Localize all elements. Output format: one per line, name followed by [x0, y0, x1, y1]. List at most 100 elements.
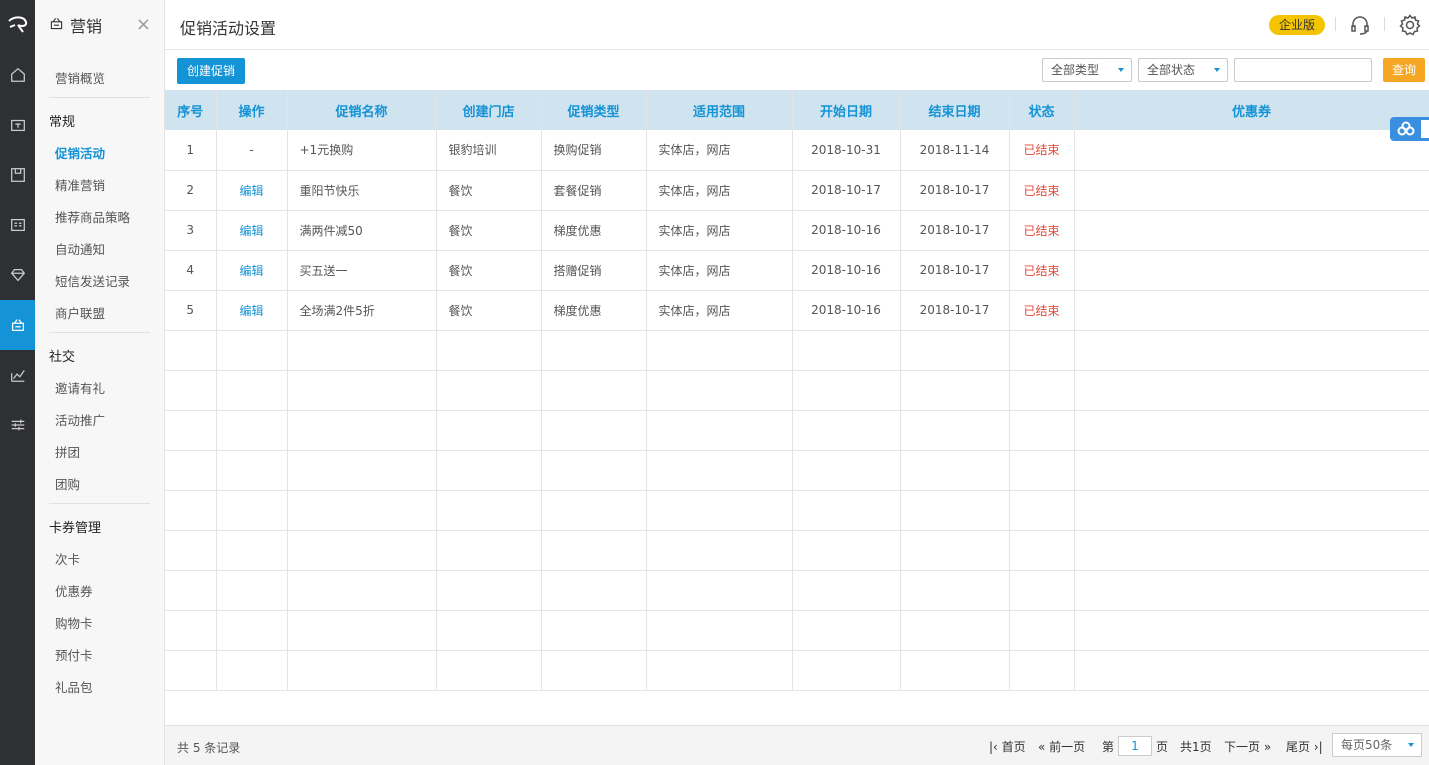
cell-status: 已结束 — [1009, 290, 1075, 331]
cell-type: 搭赠促销 — [541, 250, 647, 291]
divider — [1335, 17, 1336, 31]
table-row-empty — [165, 530, 1429, 571]
type-filter-value: 全部类型 — [1051, 63, 1100, 77]
settings-sliders-icon[interactable] — [0, 400, 35, 450]
edit-link[interactable]: 编辑 — [216, 210, 288, 251]
divider — [1384, 17, 1385, 31]
sidebar-header: 营销 × — [35, 0, 164, 50]
next-page-label: 下一页 — [1224, 740, 1261, 754]
sidebar-item-prepaid-card[interactable]: 预付卡 — [55, 645, 93, 664]
sidebar-item-precision-marketing[interactable]: 精准营销 — [55, 175, 105, 194]
sidebar-item-invite[interactable]: 邀请有礼 — [55, 378, 105, 397]
page-prefix: 第 — [1102, 740, 1115, 754]
sidebar-item-sms-records[interactable]: 短信发送记录 — [55, 271, 130, 290]
diamond-icon[interactable] — [0, 250, 35, 300]
status-filter-value: 全部状态 — [1147, 63, 1196, 77]
cell-name: 买五送一 — [287, 250, 437, 291]
cell-end: 2018-11-14 — [900, 130, 1010, 171]
headset-icon[interactable] — [1348, 13, 1372, 37]
table-row[interactable]: 2 编辑 重阳节快乐 餐饮 套餐促销 实体店，网店 2018-10-17 201… — [165, 170, 1429, 211]
sidebar-item-team-buy[interactable]: 团购 — [55, 474, 80, 493]
sidebar-item-auto-notify[interactable]: 自动通知 — [55, 239, 105, 258]
cell-store: 银豹培训 — [436, 130, 542, 171]
sidebar: 营销 × 营销概览 常规 促销活动 精准营销 推荐商品策略 自动通知 短信发送记… — [35, 0, 165, 765]
column-header[interactable]: 促销名称 — [287, 90, 437, 130]
gear-icon[interactable] — [1398, 13, 1422, 37]
cell-status: 已结束 — [1009, 250, 1075, 291]
edit-link[interactable]: 编辑 — [216, 250, 288, 291]
cell-end: 2018-10-17 — [900, 170, 1010, 211]
cell-start: 2018-10-31 — [792, 130, 901, 171]
column-header[interactable]: 促销类型 — [541, 90, 647, 130]
member-card-icon[interactable] — [0, 200, 35, 250]
last-page-label: 尾页 — [1286, 740, 1311, 754]
cell-op: - — [216, 130, 288, 171]
column-header[interactable]: 适用范围 — [646, 90, 793, 130]
column-header[interactable]: 开始日期 — [792, 90, 901, 130]
sidebar-item-promotion-spread[interactable]: 活动推广 — [55, 410, 105, 429]
cell-scope: 实体店，网店 — [646, 250, 793, 291]
page-size-select[interactable]: 每页50条 — [1332, 733, 1422, 757]
total-records: 共 5 条记录 — [177, 741, 241, 755]
last-page-icon: ›| — [1313, 740, 1323, 754]
sidebar-item-shopping-card[interactable]: 购物卡 — [55, 613, 93, 632]
table-row[interactable]: 4 编辑 买五送一 餐饮 搭赠促销 实体店，网店 2018-10-16 2018… — [165, 250, 1429, 291]
goods-icon[interactable] — [0, 150, 35, 200]
edit-link[interactable]: 编辑 — [216, 290, 288, 331]
table-row[interactable]: 1 - +1元换购 银豹培训 换购促销 实体店，网店 2018-10-31 20… — [165, 130, 1429, 171]
column-header[interactable]: 序号 — [165, 90, 217, 130]
sidebar-item-promotions[interactable]: 促销活动 — [55, 143, 105, 162]
last-page-button[interactable]: 尾页 ›| — [1286, 738, 1323, 755]
table-row[interactable]: 3 编辑 满两件减50 餐饮 梯度优惠 实体店，网店 2018-10-16 20… — [165, 210, 1429, 251]
sidebar-item-gift-pack[interactable]: 礼品包 — [55, 677, 93, 696]
page-title: 促销活动设置 — [180, 19, 277, 38]
cell-no: 2 — [165, 170, 217, 211]
cell-store: 餐饮 — [436, 290, 542, 331]
next-page-icon: » — [1263, 740, 1272, 754]
sidebar-item-merchant-alliance[interactable]: 商户联盟 — [55, 303, 105, 322]
app-rail — [0, 0, 35, 765]
cloud-tool-button[interactable] — [1390, 117, 1429, 141]
table-row[interactable]: 5 编辑 全场满2件5折 餐饮 梯度优惠 实体店，网店 2018-10-16 2… — [165, 290, 1429, 331]
cell-name: +1元换购 — [287, 130, 437, 171]
logo-icon[interactable] — [0, 0, 35, 50]
cell-no: 1 — [165, 130, 217, 171]
status-filter-select[interactable]: 全部状态 — [1138, 58, 1228, 82]
sidebar-item-group-buy[interactable]: 拼团 — [55, 442, 80, 461]
column-header[interactable]: 结束日期 — [900, 90, 1010, 130]
close-icon[interactable]: × — [136, 16, 151, 34]
cell-scope: 实体店，网店 — [646, 290, 793, 331]
sidebar-item-coupons[interactable]: 优惠券 — [55, 581, 93, 600]
column-header[interactable]: 状态 — [1009, 90, 1075, 130]
cashier-icon[interactable] — [0, 100, 35, 150]
cell-start: 2018-10-16 — [792, 290, 901, 331]
sidebar-item-recommend-strategy[interactable]: 推荐商品策略 — [55, 207, 130, 226]
edition-badge: 企业版 — [1269, 15, 1325, 35]
sidebar-group-title: 社交 — [49, 350, 76, 365]
column-header[interactable]: 优惠券 — [1074, 90, 1429, 130]
table-body: 1 - +1元换购 银豹培训 换购促销 实体店，网店 2018-10-31 20… — [165, 130, 1429, 691]
first-page-button[interactable]: |‹ 首页 — [989, 738, 1026, 755]
column-header[interactable]: 创建门店 — [436, 90, 542, 130]
cell-store: 餐饮 — [436, 250, 542, 291]
marketing-icon[interactable] — [0, 300, 35, 350]
sidebar-item-overview[interactable]: 营销概览 — [55, 68, 105, 87]
query-button[interactable]: 查询 — [1383, 58, 1425, 82]
cell-store: 餐饮 — [436, 210, 542, 251]
next-page-button[interactable]: 下一页 » — [1224, 738, 1271, 755]
cell-coupon — [1074, 290, 1429, 331]
search-input[interactable] — [1234, 58, 1372, 82]
cell-start: 2018-10-16 — [792, 210, 901, 251]
cell-no: 5 — [165, 290, 217, 331]
home-icon[interactable] — [0, 50, 35, 100]
prev-page-button[interactable]: « 前一页 — [1038, 738, 1085, 755]
report-icon[interactable] — [0, 350, 35, 400]
page-number-input[interactable]: 1 — [1118, 736, 1152, 756]
cell-coupon — [1074, 250, 1429, 291]
create-promotion-button[interactable]: 创建促销 — [177, 58, 245, 84]
cell-type: 梯度优惠 — [541, 210, 647, 251]
edit-link[interactable]: 编辑 — [216, 170, 288, 211]
sidebar-item-count-card[interactable]: 次卡 — [55, 549, 80, 568]
type-filter-select[interactable]: 全部类型 — [1042, 58, 1132, 82]
column-header[interactable]: 操作 — [216, 90, 288, 130]
